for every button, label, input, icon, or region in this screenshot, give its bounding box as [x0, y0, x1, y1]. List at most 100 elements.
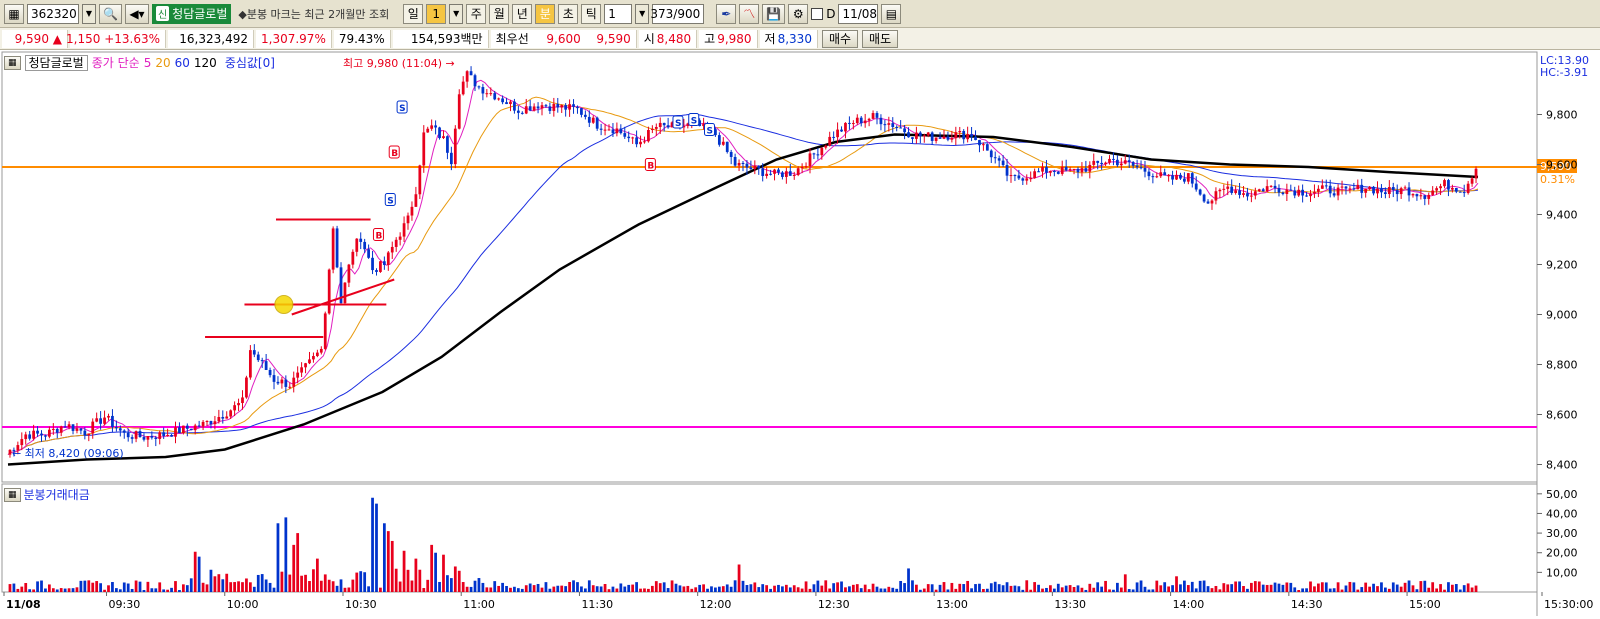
candle-body	[1238, 190, 1241, 195]
volume-bar	[36, 581, 39, 592]
candle-body	[1356, 184, 1360, 190]
candle-body	[36, 430, 39, 434]
chart-svg[interactable]: 9,5900.31% 9,8009,6009,4009,2009,0008,80…	[0, 50, 1600, 616]
candle-body	[958, 130, 962, 133]
volume-bar	[1033, 582, 1037, 592]
interval-input[interactable]: 1	[604, 3, 633, 24]
volume-legend-label: 분봉거래대금	[23, 488, 90, 502]
volume-bar	[544, 582, 548, 592]
period-day-count[interactable]: 1	[426, 3, 447, 24]
candle-body	[1328, 185, 1332, 194]
volume-bar	[796, 587, 800, 592]
search-icon[interactable]: 🔍	[99, 3, 122, 24]
candle-body	[824, 145, 828, 148]
draw-tool-icon[interactable]: ✒	[716, 3, 737, 24]
low-label: 저	[764, 32, 776, 46]
candle-body	[1411, 194, 1415, 196]
volume-bar	[422, 588, 426, 592]
volume-bar	[1328, 588, 1332, 592]
volume-pct: 1,307.97%	[256, 29, 332, 48]
period-year[interactable]: 년	[512, 3, 533, 24]
volume-bar	[1210, 588, 1214, 592]
date-checkbox[interactable]	[811, 7, 824, 20]
interval-dropdown-icon[interactable]: ▼	[635, 3, 650, 24]
volume-bar	[347, 587, 351, 592]
volume-bar	[1368, 586, 1372, 592]
period-second[interactable]: 초	[558, 3, 579, 24]
period-minute[interactable]: 분	[535, 3, 556, 24]
chart-area[interactable]: 9,590 0.31% 9,800 9,600 9,400 9,200 9,000 8,80…	[0, 50, 1600, 616]
candle-body	[1210, 200, 1214, 204]
low-cell: 저 8,330	[759, 29, 818, 48]
volume-bar	[674, 583, 678, 592]
candle-body	[268, 369, 272, 376]
candle-body	[1269, 185, 1273, 187]
candle-body	[162, 432, 166, 436]
volume-bar	[178, 590, 181, 592]
period-week[interactable]: 주	[466, 3, 487, 24]
candle-body	[662, 122, 666, 126]
period-tick[interactable]: 틱	[581, 3, 602, 24]
volume-bar	[1265, 584, 1269, 592]
volume-bar	[686, 585, 690, 592]
save-icon[interactable]: 💾	[762, 3, 786, 24]
buy-button[interactable]: 매수	[821, 29, 859, 48]
count-input[interactable]: 373/900	[650, 3, 705, 24]
volume-bar	[548, 588, 552, 592]
candle-body	[591, 117, 595, 123]
volume-bar	[903, 583, 906, 592]
candle-body	[1052, 170, 1056, 172]
chart-type-icon[interactable]: 〽	[739, 3, 760, 24]
candle-body	[83, 430, 87, 436]
period-dropdown-icon[interactable]: ▼	[449, 3, 464, 24]
volume-bar	[1230, 584, 1234, 592]
candle-body	[1001, 160, 1005, 166]
volume-bar	[367, 586, 370, 592]
volume-bar	[1017, 586, 1021, 592]
candle-body	[741, 162, 745, 164]
stock-name-badge: 신 청담글로벌	[151, 3, 232, 24]
volume-bar	[213, 576, 217, 592]
candle-body	[1005, 165, 1009, 176]
candle-body	[461, 81, 465, 95]
volume-bar	[1384, 587, 1387, 592]
volume-bar	[469, 586, 473, 592]
volume-bar	[576, 582, 579, 592]
code-dropdown-icon[interactable]: ▼	[82, 3, 96, 24]
gear-icon[interactable]: ⚙	[788, 3, 809, 24]
volume-bar	[142, 590, 146, 592]
menu-icon[interactable]: ▦	[4, 3, 24, 24]
stock-code-input[interactable]: 362320	[27, 3, 79, 24]
volume-menu-icon[interactable]: ▦	[4, 487, 21, 502]
volume-bar	[481, 582, 485, 592]
volume-bar	[528, 583, 532, 592]
candle-body	[501, 98, 504, 103]
buy-signal-mark-text: B	[391, 149, 398, 159]
volume-bar	[501, 582, 504, 592]
volume-bar	[918, 589, 922, 592]
legend-menu-icon[interactable]: ▦	[4, 55, 21, 70]
candle-body	[1060, 166, 1064, 174]
candle-body	[414, 194, 418, 207]
volume-bar	[1238, 581, 1241, 592]
candle-body	[509, 101, 512, 105]
candle-body	[315, 352, 319, 357]
candle-body	[954, 132, 958, 139]
calendar-icon[interactable]: ▤	[881, 3, 902, 24]
candle-body	[1384, 192, 1387, 195]
candle-body	[595, 117, 599, 129]
sell-button[interactable]: 매도	[862, 29, 899, 48]
period-day[interactable]: 일	[403, 3, 424, 24]
period-month[interactable]: 월	[489, 3, 510, 24]
candle-body	[1017, 175, 1021, 179]
candle-body	[193, 425, 197, 431]
speaker-icon[interactable]: ◀▾	[124, 3, 149, 24]
candle-body	[993, 157, 997, 159]
date-input[interactable]: 11/08	[838, 3, 879, 24]
volume-bar	[1175, 576, 1178, 592]
candle-body	[962, 130, 966, 140]
volume-bar	[430, 544, 434, 592]
volume-bar	[264, 579, 268, 592]
volume-bar	[824, 580, 828, 592]
legend-stock-name[interactable]: 청담글로벌	[24, 54, 88, 71]
